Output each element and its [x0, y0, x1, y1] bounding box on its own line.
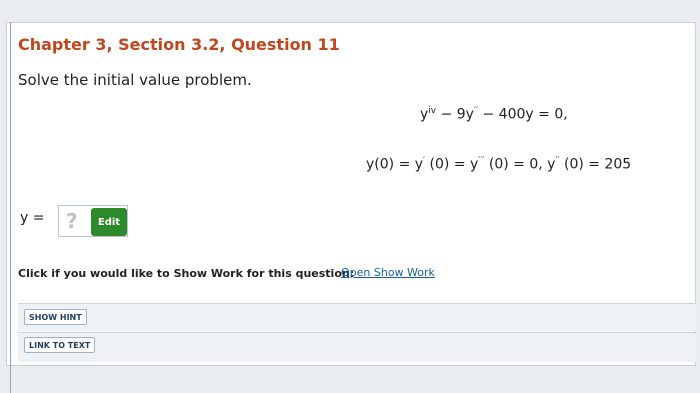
answer-label: y =	[20, 210, 45, 226]
edit-button[interactable]: Edit	[91, 208, 127, 236]
question-prompt: Solve the initial value problem.	[18, 71, 252, 89]
left-divider	[10, 22, 11, 393]
hint-panel	[18, 303, 696, 331]
initial-conditions: y(0) = y′ (0) = y′′′ (0) = 0, y′′ (0) = …	[366, 156, 632, 173]
text-link-panel	[18, 332, 696, 362]
open-show-work-link[interactable]: Open Show Work	[341, 266, 435, 279]
link-to-text-button[interactable]: LINK TO TEXT	[24, 337, 96, 353]
question-title: Chapter 3, Section 3.2, Question 11	[18, 35, 340, 54]
show-hint-button[interactable]: SHOW HINT	[24, 309, 87, 325]
question-mark-icon: ?	[66, 209, 78, 233]
show-work-label: Click if you would like to Show Work for…	[18, 267, 355, 280]
differential-equation: yiv − 9y′′ − 400y = 0,	[420, 106, 568, 123]
